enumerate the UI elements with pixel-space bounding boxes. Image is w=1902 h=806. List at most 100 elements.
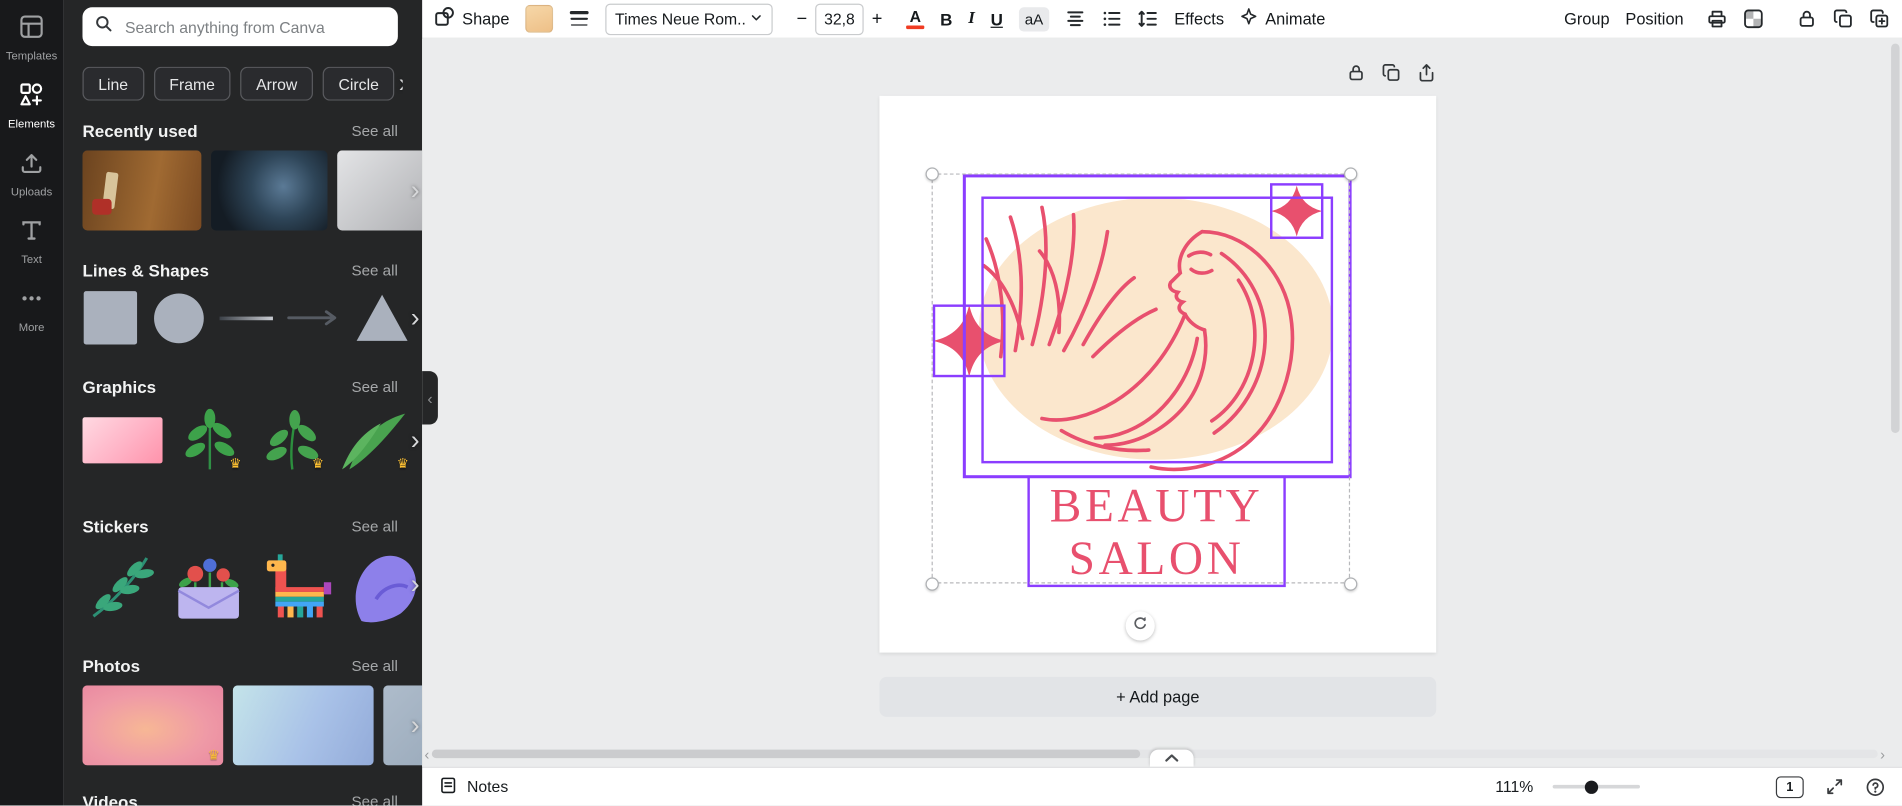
effects-button[interactable]: Effects (1174, 10, 1224, 28)
design-page[interactable]: BEAUTY SALON (879, 95, 1437, 653)
shape-line[interactable] (218, 290, 274, 346)
graphics-row: ♛ ♛ ♛ › (82, 406, 422, 474)
panel-collapse-handle[interactable]: ‹ (422, 371, 438, 425)
add-page-button[interactable]: + Add page (879, 676, 1437, 717)
see-all-link[interactable]: See all (351, 518, 397, 535)
animate-button[interactable]: Animate (1240, 7, 1325, 31)
see-all-link[interactable]: See all (351, 262, 397, 279)
recent-photo-dark[interactable] (211, 150, 328, 231)
graphic-palm-leaf[interactable]: ♛ (340, 406, 413, 474)
see-all-link[interactable]: See all (351, 378, 397, 395)
see-all-link[interactable]: See all (351, 123, 397, 140)
print-icon[interactable] (1707, 8, 1728, 29)
text-color-bar (906, 25, 925, 30)
resize-handle-nw[interactable] (925, 167, 939, 181)
underline-button[interactable]: U (991, 9, 1003, 28)
rail-item-uploads[interactable]: Uploads (0, 141, 63, 209)
chevron-right-icon[interactable]: › (411, 571, 420, 598)
elements-icon (19, 82, 43, 112)
export-page-icon[interactable] (1417, 63, 1436, 82)
sticker-envelope-flowers[interactable] (167, 546, 249, 624)
shape-arrow[interactable] (286, 290, 342, 346)
line-spacing-icon[interactable] (1138, 8, 1159, 29)
vscroll-thumb[interactable] (1891, 43, 1900, 434)
text-case-button[interactable]: aA (1018, 6, 1050, 31)
chevron-right-icon[interactable]: › (399, 70, 403, 97)
elements-panel: Line Frame Arrow Circle Square › Recentl… (63, 0, 423, 806)
chip-line[interactable]: Line (82, 66, 144, 101)
help-icon[interactable] (1866, 777, 1885, 796)
purple-blob-sticker (355, 555, 417, 623)
font-family-dropdown[interactable]: Times Neue Rom... (605, 3, 773, 35)
graphic-leaf-cluster-1[interactable]: ♛ (175, 406, 245, 474)
search-input[interactable] (122, 16, 386, 37)
chevron-right-icon[interactable]: › (411, 711, 420, 739)
shape-tool-button[interactable]: Shape (434, 5, 510, 32)
resize-handle-sw[interactable] (925, 577, 939, 591)
canvas-area[interactable]: ‹ BEAUTY SALON + Add page ‹ › (422, 38, 1902, 767)
chevron-right-icon[interactable]: › (411, 304, 420, 331)
rail-label: Uploads (10, 185, 53, 198)
fullscreen-icon[interactable] (1826, 778, 1844, 796)
chip-frame[interactable]: Frame (153, 66, 231, 101)
sticker-pinata[interactable] (260, 546, 338, 624)
section-title: Recently used (82, 121, 198, 141)
section-header-lines-shapes: Lines & Shapes See all (82, 261, 397, 280)
shape-square[interactable] (82, 290, 138, 346)
group-button[interactable]: Group (1564, 10, 1610, 28)
resize-handle-ne[interactable] (1344, 167, 1358, 181)
font-size-increase-button[interactable]: + (864, 3, 891, 35)
recent-photo-gray[interactable] (337, 150, 423, 231)
rail-item-elements[interactable]: Elements (0, 73, 63, 141)
scroll-left-icon[interactable]: ‹ (425, 745, 430, 762)
shape-triangle[interactable] (354, 290, 410, 346)
shape-tool-icon (434, 5, 455, 32)
chevron-right-icon[interactable]: › (411, 426, 420, 454)
italic-button[interactable]: I (968, 9, 975, 28)
see-all-link[interactable]: See all (351, 793, 397, 805)
lock-icon[interactable] (1796, 8, 1817, 29)
bullet-list-icon[interactable] (1101, 8, 1122, 29)
text-align-icon[interactable] (1065, 8, 1086, 29)
lock-page-icon[interactable] (1346, 63, 1365, 82)
graphic-pink-gradient[interactable] (82, 406, 163, 474)
line-shape (219, 315, 273, 320)
chevron-right-icon[interactable]: › (411, 176, 420, 204)
shape-circle[interactable] (150, 290, 206, 346)
selection-bounding-box[interactable] (931, 173, 1351, 584)
scroll-right-icon[interactable]: › (1880, 745, 1885, 762)
chip-arrow[interactable]: Arrow (240, 66, 314, 101)
rail-item-text[interactable]: Text (0, 209, 63, 277)
copy-style-icon[interactable] (1833, 8, 1854, 29)
chip-circle[interactable]: Circle (322, 66, 395, 101)
rail-label: Elements (8, 117, 56, 130)
notes-label: Notes (467, 777, 509, 796)
bold-button[interactable]: B (940, 9, 952, 28)
graphic-leaf-cluster-2[interactable]: ♛ (257, 406, 327, 474)
zoom-slider-thumb[interactable] (1584, 779, 1598, 794)
resize-handle-se[interactable] (1344, 577, 1358, 591)
text-color-button[interactable]: A (906, 8, 925, 30)
rail-item-templates[interactable]: Templates (0, 5, 63, 73)
recent-photo-wood[interactable] (82, 150, 202, 231)
position-button[interactable]: Position (1625, 10, 1683, 28)
rotate-handle[interactable] (1125, 611, 1155, 641)
notes-button[interactable]: Notes (439, 776, 508, 798)
transparency-icon[interactable] (1743, 8, 1764, 29)
expand-bottom-panel-button[interactable] (1149, 749, 1194, 767)
font-size-value[interactable]: 32,8 (815, 3, 864, 35)
page-indicator[interactable]: 1 (1775, 775, 1804, 798)
duplicate-icon[interactable] (1869, 8, 1890, 29)
photo-blue-gradient[interactable] (232, 685, 374, 766)
fill-color-swatch[interactable] (525, 4, 554, 33)
hscroll-thumb[interactable] (431, 749, 1141, 759)
duplicate-page-icon[interactable] (1382, 63, 1401, 82)
sticker-purple-blob[interactable] (347, 546, 420, 624)
photo-pink-gradient[interactable]: ♛ (82, 685, 224, 766)
zoom-slider[interactable] (1552, 779, 1640, 794)
border-style-icon[interactable] (569, 8, 590, 29)
see-all-link[interactable]: See all (351, 657, 397, 674)
rail-item-more[interactable]: More (0, 277, 63, 345)
font-size-decrease-button[interactable]: − (789, 3, 816, 35)
sticker-leaf-branch[interactable] (82, 546, 157, 624)
